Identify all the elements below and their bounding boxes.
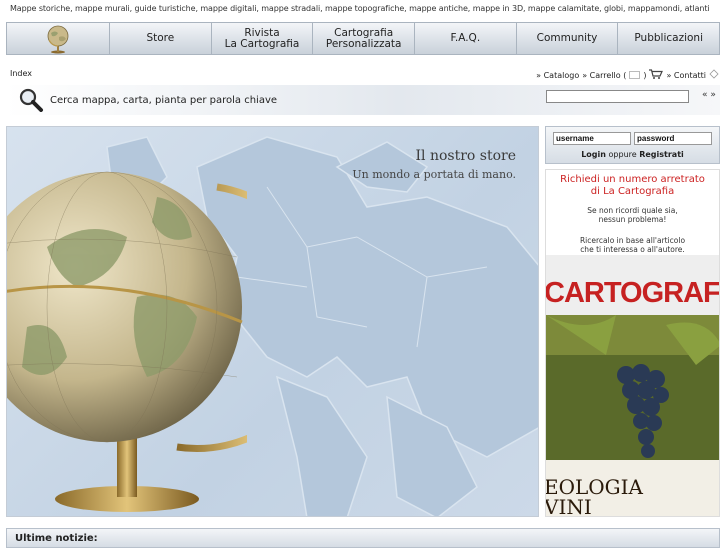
username-field[interactable] — [553, 132, 631, 145]
password-field[interactable] — [634, 132, 712, 145]
mail-icon[interactable] — [709, 69, 719, 81]
nav-rivista[interactable]: Rivista La Cartografia — [212, 23, 314, 54]
news-bar: Ultime notizie: — [6, 528, 720, 548]
carrello-close: ) — [643, 70, 647, 80]
hero-title: Il nostro store — [415, 148, 516, 164]
site-tagline: Mappe storiche, mappe murali, guide turi… — [10, 4, 710, 13]
login-box: Login oppure Registrati — [545, 126, 720, 164]
nav-community[interactable]: Community — [517, 23, 619, 54]
hero-subtitle: Un mondo a portata di mano. — [352, 168, 516, 181]
contatti-link[interactable]: » Contatti — [666, 71, 706, 80]
logo-globe-icon[interactable] — [7, 23, 110, 54]
nav-store[interactable]: Store — [110, 23, 212, 54]
magazine-cover[interactable]: CARTOGRAFIA EOLOGIA VINI — [546, 255, 719, 517]
carrello-link[interactable]: » Carrello ( — [582, 71, 626, 80]
top-links: » Catalogo » Carrello ( ) » Contatti — [536, 69, 719, 81]
promo-back-issues[interactable]: Richiedi un numero arretrato di La Carto… — [545, 169, 720, 517]
breadcrumb[interactable]: Index — [10, 69, 32, 78]
search-bar: Cerca mappa, carta, pianta per parola ch… — [6, 85, 720, 115]
promo-title: Richiedi un numero arretrato di La Carto… — [560, 174, 705, 197]
cart-count-box — [629, 71, 641, 79]
nav-faq[interactable]: F.A.Q. — [415, 23, 517, 54]
cart-icon[interactable] — [649, 69, 664, 81]
nav-cartografia-personalizzata[interactable]: Cartografia Personalizzata — [313, 23, 416, 54]
search-label: Cerca mappa, carta, pianta per parola ch… — [50, 94, 278, 106]
hero-banner[interactable]: Il nostro store Un mondo a portata di ma… — [6, 126, 539, 517]
register-link[interactable]: Registrati — [639, 150, 684, 159]
nav-pubblicazioni[interactable]: Pubblicazioni — [618, 23, 719, 54]
magazine-headline: EOLOGIA VINI — [546, 475, 643, 517]
catalogo-link[interactable]: » Catalogo — [536, 71, 579, 80]
main-nav: Store Rivista La Cartografia Cartografia… — [6, 22, 720, 55]
promo-line-2: Ricercalo in base all'articolo che ti in… — [579, 236, 686, 254]
search-submit[interactable]: « » — [702, 90, 716, 100]
news-label: Ultime notizie: — [15, 533, 98, 544]
oppure-text: oppure — [608, 150, 637, 159]
promo-line-1: Se non ricordi quale sia, nessun problem… — [587, 206, 678, 224]
globe-image — [7, 171, 247, 512]
login-link[interactable]: Login — [581, 150, 606, 159]
search-input[interactable] — [546, 90, 689, 103]
magnifier-icon — [18, 88, 44, 112]
